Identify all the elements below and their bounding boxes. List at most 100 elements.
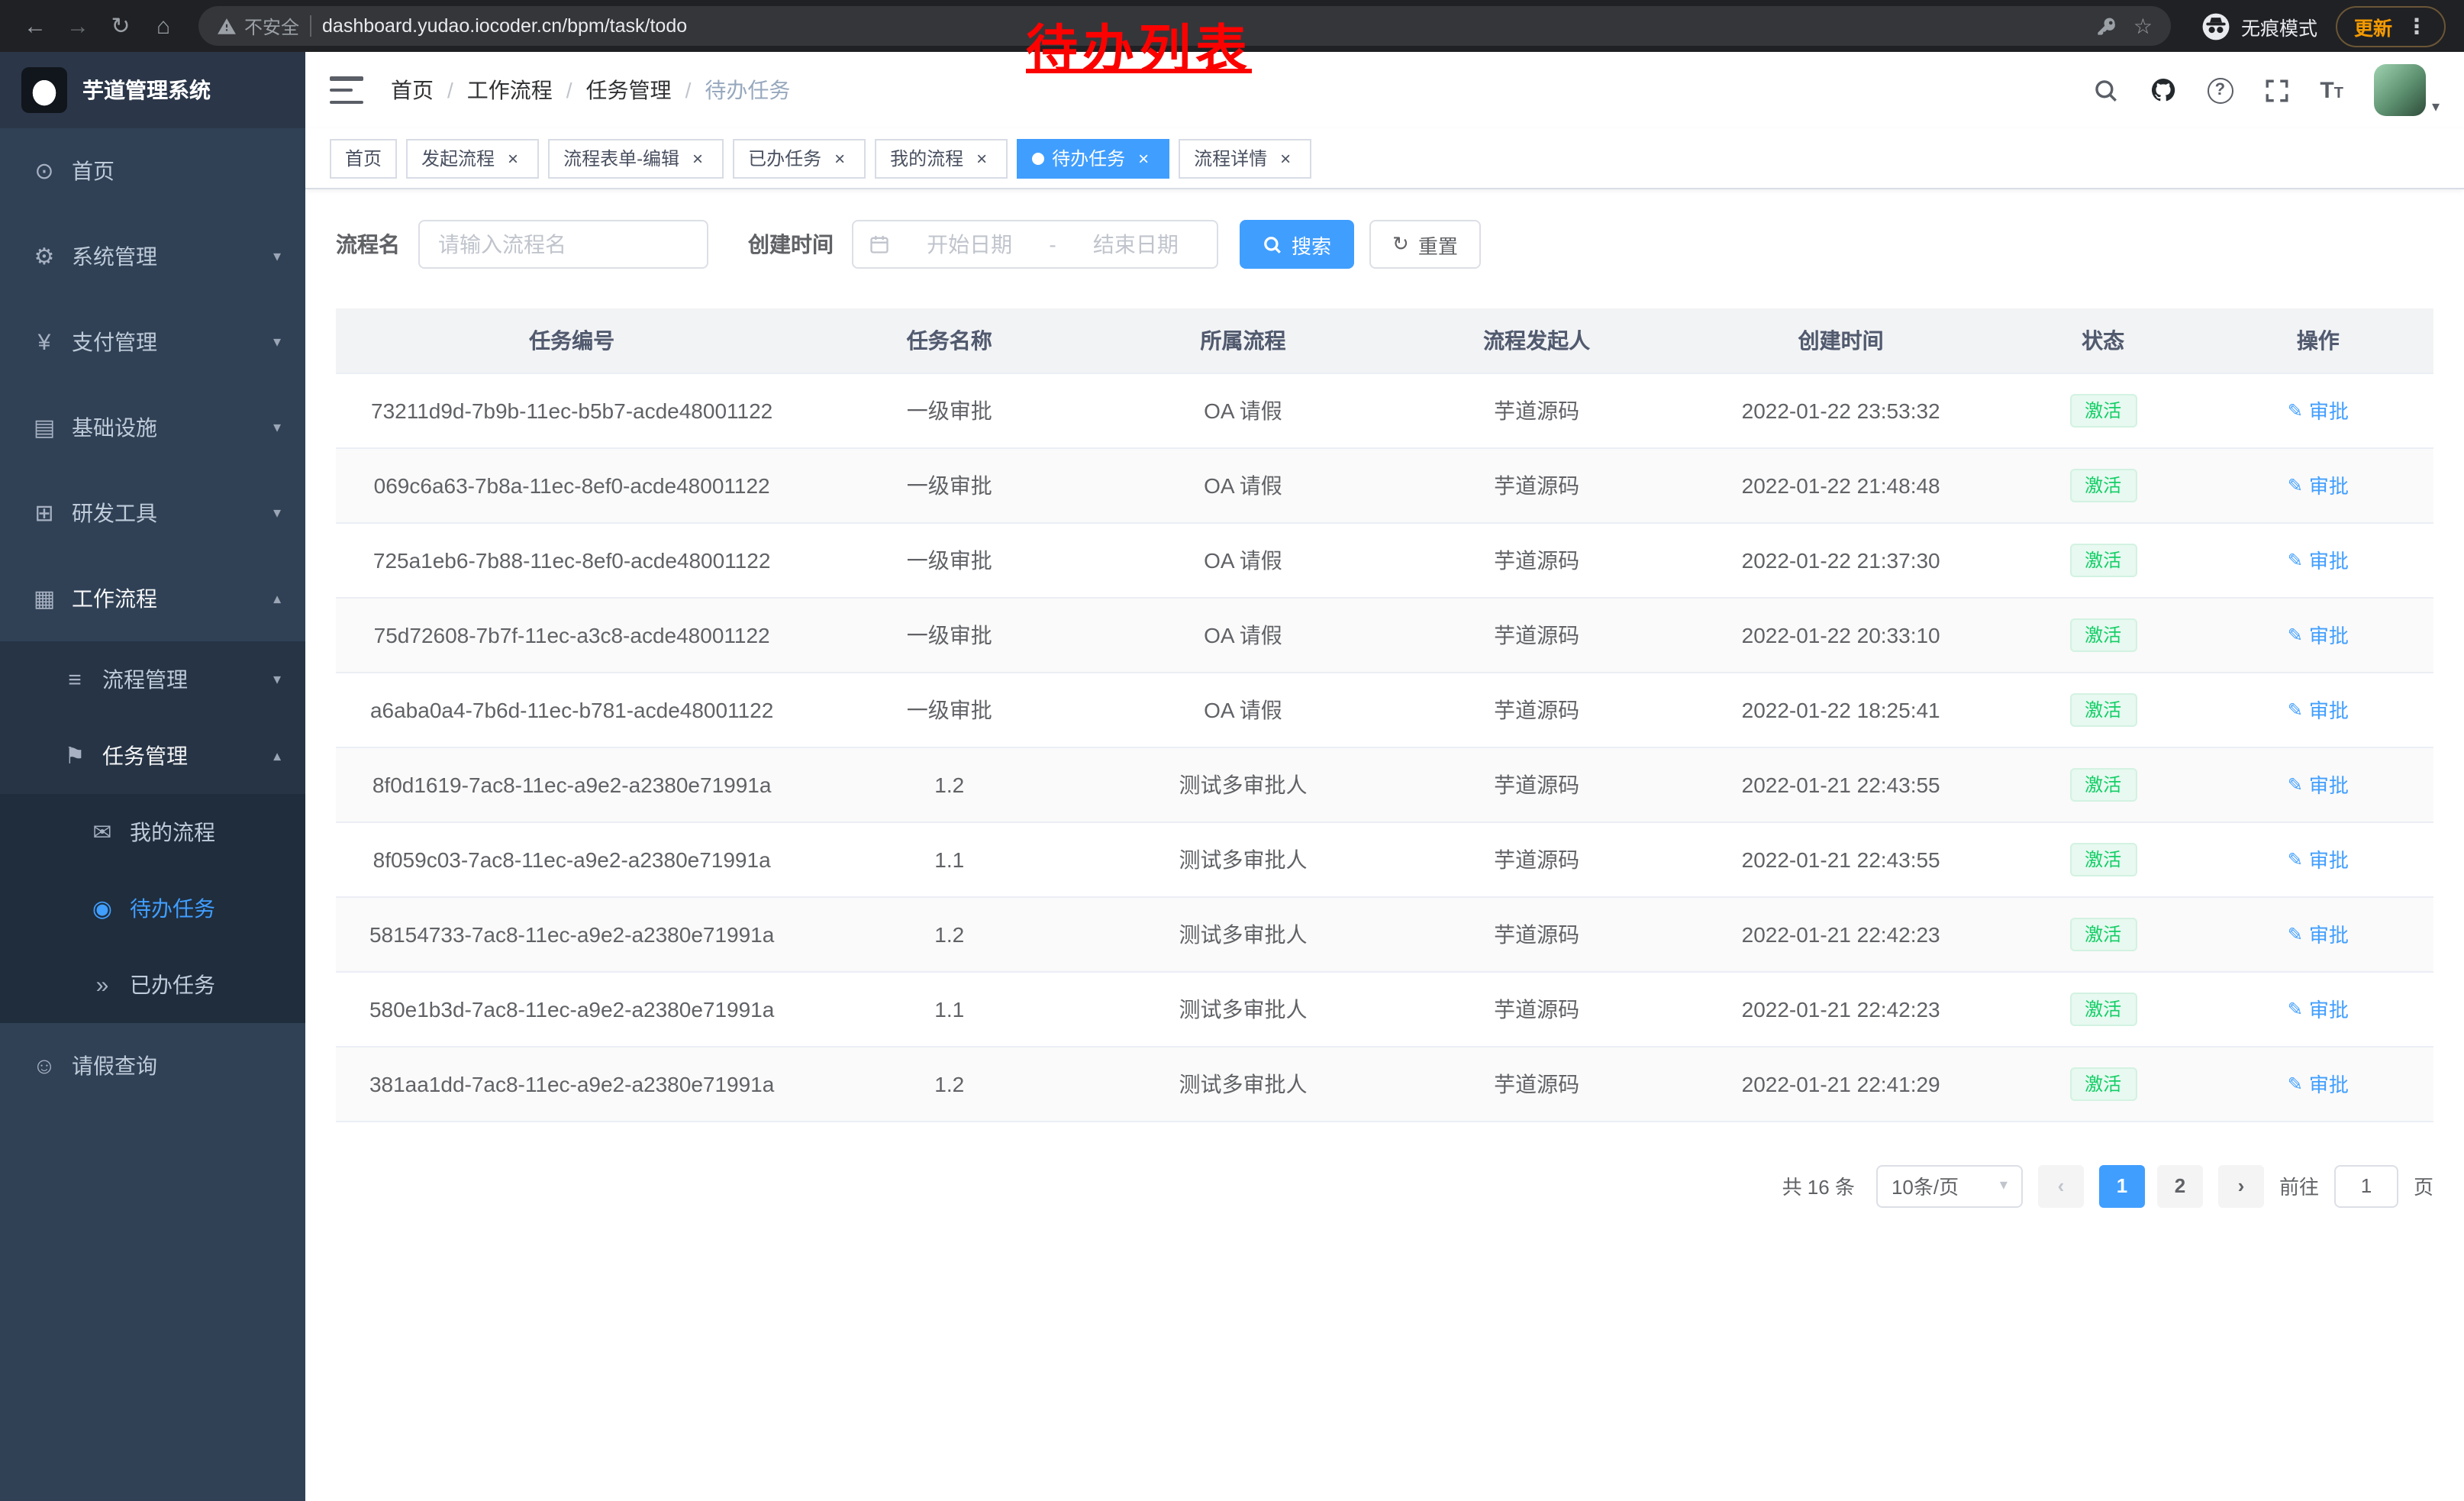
- approve-button[interactable]: ✎ 审批: [2288, 395, 2349, 424]
- fullscreen-icon[interactable]: [2263, 77, 2289, 103]
- sidebar-item-0[interactable]: ⊙ 首页: [0, 128, 305, 214]
- security-warning[interactable]: 不安全: [217, 13, 299, 39]
- sidebar-item-4[interactable]: ⊞ 研发工具 ▾: [0, 470, 305, 556]
- page-number-button[interactable]: 1: [2099, 1164, 2145, 1207]
- breadcrumb-item[interactable]: 待办任务: [705, 75, 790, 105]
- status-badge: 激活: [2069, 692, 2137, 726]
- task-table-body: 73211d9d-7b9b-11ec-b5b7-acde48001122 一级审…: [336, 373, 2433, 1121]
- approve-button[interactable]: ✎ 审批: [2288, 919, 2349, 948]
- close-icon[interactable]: ×: [1133, 147, 1154, 169]
- approve-button[interactable]: ✎ 审批: [2288, 695, 2349, 724]
- browser-update-button[interactable]: 更新 ⋮: [2336, 5, 2446, 47]
- created-time-cell: 2022-01-22 20:33:10: [1679, 597, 2004, 672]
- close-icon[interactable]: ×: [829, 147, 850, 169]
- view-tab[interactable]: 已办任务 ×: [733, 138, 866, 178]
- sidebar-item-2[interactable]: ¥ 支付管理 ▾: [0, 299, 305, 385]
- prev-page-button[interactable]: ‹: [2038, 1164, 2084, 1207]
- task-id-cell: 75d72608-7b7f-11ec-a3c8-acde48001122: [336, 597, 808, 672]
- table-row: 73211d9d-7b9b-11ec-b5b7-acde48001122 一级审…: [336, 373, 2433, 447]
- collapse-sidebar-icon[interactable]: [330, 76, 363, 104]
- reset-button[interactable]: ↻ 重置: [1369, 220, 1481, 269]
- user-menu[interactable]: ▾: [2374, 64, 2440, 116]
- task-id-cell: 381aa1dd-7ac8-11ec-a9e2-a2380e71991a: [336, 1046, 808, 1121]
- approve-button[interactable]: ✎ 审批: [2288, 844, 2349, 873]
- github-icon[interactable]: [2149, 76, 2176, 104]
- approve-button[interactable]: ✎ 审批: [2288, 1069, 2349, 1098]
- view-tab[interactable]: 流程表单-编辑 ×: [548, 138, 724, 178]
- browser-menu-icon[interactable]: ⋮: [2406, 13, 2427, 39]
- table-row: 58154733-7ac8-11ec-a9e2-a2380e71991a 1.2…: [336, 896, 2433, 971]
- edit-icon: ✎: [2288, 399, 2303, 421]
- sidebar-item-3[interactable]: ▤ 基础设施 ▾: [0, 385, 305, 470]
- briefcase-icon: ▦: [31, 585, 58, 612]
- page-size-select[interactable]: 10条/页 ▾: [1876, 1164, 2023, 1207]
- approve-button[interactable]: ✎ 审批: [2288, 470, 2349, 499]
- search-icon[interactable]: [2092, 77, 2118, 103]
- sidebar-item-7[interactable]: ⚑ 任务管理 ▾: [0, 718, 305, 794]
- sidebar-item-9[interactable]: ◉ 待办任务: [0, 870, 305, 947]
- close-icon[interactable]: ×: [502, 147, 524, 169]
- action-cell: ✎ 审批: [2203, 672, 2433, 747]
- sidebar-item-10[interactable]: » 已办任务: [0, 947, 305, 1023]
- edit-icon: ✎: [2288, 848, 2303, 870]
- task-id-cell: 069c6a63-7b8a-11ec-8ef0-acde48001122: [336, 447, 808, 522]
- chevron-down-icon: ▾: [273, 334, 281, 350]
- edit-icon: ✎: [2288, 923, 2303, 944]
- chevron-down-icon: ▾: [273, 747, 281, 764]
- end-date-placeholder[interactable]: 结束日期: [1070, 229, 1201, 260]
- approve-button[interactable]: ✎ 审批: [2288, 620, 2349, 649]
- forward-icon[interactable]: →: [58, 6, 98, 46]
- view-tab[interactable]: 我的流程 ×: [875, 138, 1008, 178]
- action-cell: ✎ 审批: [2203, 822, 2433, 896]
- table-row: 75d72608-7b7f-11ec-a3c8-acde48001122 一级审…: [336, 597, 2433, 672]
- app-logo[interactable]: 芋道管理系统: [0, 52, 305, 128]
- page-number-button[interactable]: 2: [2157, 1164, 2203, 1207]
- task-name-cell: 一级审批: [808, 672, 1091, 747]
- task-name-cell: 1.1: [808, 822, 1091, 896]
- search-button[interactable]: 搜索: [1240, 220, 1354, 269]
- close-icon[interactable]: ×: [1275, 147, 1296, 169]
- sidebar-item-11[interactable]: ☺ 请假查询: [0, 1023, 305, 1109]
- created-time-cell: 2022-01-21 22:41:29: [1679, 1046, 2004, 1121]
- dashboard-icon: ⊙: [31, 157, 58, 185]
- edit-icon: ✎: [2288, 474, 2303, 495]
- view-tab[interactable]: 首页: [330, 138, 397, 178]
- edit-icon: ✎: [2288, 624, 2303, 645]
- sidebar-item-8[interactable]: ✉ 我的流程: [0, 794, 305, 870]
- created-time-cell: 2022-01-22 21:48:48: [1679, 447, 2004, 522]
- goto-page-input[interactable]: [2334, 1164, 2398, 1207]
- action-cell: ✎ 审批: [2203, 373, 2433, 447]
- start-date-placeholder[interactable]: 开始日期: [904, 229, 1035, 260]
- font-size-icon[interactable]: TT: [2320, 77, 2343, 103]
- bookmark-star-icon[interactable]: ☆: [2133, 13, 2153, 39]
- sidebar-item-5[interactable]: ▦ 工作流程 ▾: [0, 556, 305, 641]
- back-icon[interactable]: ←: [15, 6, 55, 46]
- breadcrumb-item[interactable]: 首页: [391, 75, 434, 105]
- close-icon[interactable]: ×: [687, 147, 708, 169]
- view-tab[interactable]: 待办任务 ×: [1017, 138, 1169, 178]
- chat-icon: ✉: [89, 818, 116, 846]
- view-tab[interactable]: 发起流程 ×: [406, 138, 539, 178]
- view-tab[interactable]: 流程详情 ×: [1179, 138, 1311, 178]
- sidebar-item-6[interactable]: ≡ 流程管理 ▾: [0, 641, 305, 718]
- approve-button[interactable]: ✎ 审批: [2288, 545, 2349, 574]
- key-icon[interactable]: [2097, 15, 2118, 37]
- reload-icon[interactable]: ↻: [101, 6, 140, 46]
- close-icon[interactable]: ×: [971, 147, 992, 169]
- next-page-button[interactable]: ›: [2218, 1164, 2264, 1207]
- status-badge: 激活: [2069, 842, 2137, 876]
- home-icon[interactable]: ⌂: [144, 6, 183, 46]
- status-badge: 激活: [2069, 767, 2137, 801]
- todo-task-page: 流程名 创建时间 开始日期 - 结束日期 搜索 ↻: [305, 189, 2464, 1501]
- breadcrumb-item[interactable]: 工作流程: [467, 75, 553, 105]
- date-range-picker[interactable]: 开始日期 - 结束日期: [852, 220, 1218, 269]
- process-name-input[interactable]: [418, 220, 708, 269]
- goto-label: 前往: [2279, 1171, 2319, 1200]
- approve-button[interactable]: ✎ 审批: [2288, 770, 2349, 799]
- action-cell: ✎ 审批: [2203, 1046, 2433, 1121]
- breadcrumb-item[interactable]: 任务管理: [586, 75, 672, 105]
- status-cell: 激活: [2004, 822, 2203, 896]
- help-icon[interactable]: ?: [2207, 77, 2233, 103]
- sidebar-item-1[interactable]: ⚙ 系统管理 ▾: [0, 214, 305, 299]
- approve-button[interactable]: ✎ 审批: [2288, 994, 2349, 1023]
